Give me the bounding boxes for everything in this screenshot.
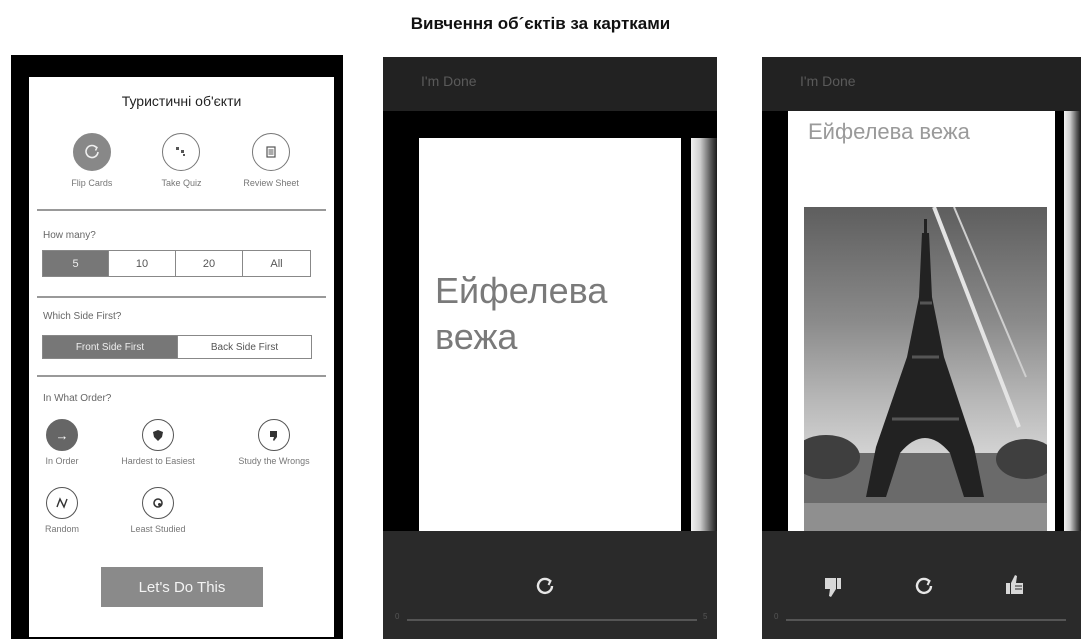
flip-icon[interactable] [534, 575, 556, 601]
arrow-right-icon: → [46, 419, 78, 451]
card-word: Ейфелева вежа [808, 119, 970, 144]
im-done-button[interactable]: I'm Done [800, 73, 856, 89]
settings-screen: Туристичні об'єкти Flip Cards Take Quiz … [29, 77, 334, 637]
top-bar: I'm Done [762, 57, 1081, 111]
divider [37, 209, 326, 211]
page-title: Вивчення об´єктів за картками [410, 14, 671, 33]
count-option-20[interactable]: 20 [176, 251, 243, 276]
progress-start: 0 [774, 612, 779, 621]
divider [37, 375, 326, 377]
order-label-text: In Order [45, 456, 79, 466]
card-word-line1: Ейфелева [435, 270, 608, 311]
order-label-text: Hardest to Easiest [121, 456, 195, 466]
count-option-5[interactable]: 5 [43, 251, 109, 276]
count-option-all[interactable]: All [243, 251, 310, 276]
mode-flip-cards[interactable]: Flip Cards [52, 133, 132, 188]
top-bar: I'm Done [383, 57, 717, 111]
mode-take-quiz[interactable]: Take Quiz [141, 133, 221, 188]
count-option-10[interactable]: 10 [109, 251, 176, 276]
order-label-text: Least Studied [130, 524, 186, 534]
order-least-studied[interactable]: Least Studied [103, 487, 213, 534]
random-icon [46, 487, 78, 519]
im-done-button[interactable]: I'm Done [421, 73, 477, 89]
mode-label: Review Sheet [243, 178, 299, 188]
bottom-bar [762, 531, 1081, 639]
card-word-line2: вежа [435, 316, 518, 357]
back-side-first-option[interactable]: Back Side First [178, 336, 311, 358]
thumbs-down-icon[interactable] [822, 575, 844, 603]
front-side-first-option[interactable]: Front Side First [43, 336, 178, 358]
which-side-label: Which Side First? [43, 311, 122, 322]
flip-icon[interactable] [913, 575, 935, 601]
progress-end: 5 [703, 612, 708, 621]
order-label-text: Study the Wrongs [238, 456, 310, 466]
card-stage: Ейфелева вежа [383, 111, 717, 531]
review-sheet-icon [252, 133, 291, 171]
mode-review-sheet[interactable]: Review Sheet [231, 133, 311, 188]
settings-phone: Туристичні об'єкти Flip Cards Take Quiz … [11, 55, 343, 639]
order-label: In What Order? [43, 393, 112, 404]
mode-label: Take Quiz [161, 178, 202, 188]
bottom-bar [383, 531, 717, 639]
next-card-edge [1064, 111, 1081, 531]
how-many-label: How many? [43, 230, 96, 241]
eiffel-tower-photo [804, 207, 1047, 531]
progress-bar [407, 619, 697, 621]
progress-start: 0 [395, 612, 400, 621]
mode-row: Flip Cards Take Quiz Review Sheet [29, 133, 334, 188]
least-studied-icon [142, 487, 174, 519]
order-study-the-wrongs[interactable]: Study the Wrongs [219, 419, 329, 466]
card-back-phone: I'm Done Ейфелева вежа 0 [762, 57, 1081, 639]
next-card-edge [691, 138, 717, 531]
how-many-selector: 5 10 20 All [42, 250, 311, 277]
card-front-phone: I'm Done Ейфелева вежа 0 5 [383, 57, 717, 639]
flip-cards-icon [72, 133, 111, 171]
which-side-selector: Front Side First Back Side First [42, 335, 312, 359]
order-hardest-to-easiest[interactable]: Hardest to Easiest [103, 419, 213, 466]
shield-icon [142, 419, 174, 451]
quiz-icon [162, 133, 201, 171]
order-random[interactable]: Random [7, 487, 117, 534]
order-in-order[interactable]: → In Order [7, 419, 117, 466]
thumbs-down-icon [258, 419, 290, 451]
order-label-text: Random [44, 524, 80, 534]
lets-do-this-button[interactable]: Let's Do This [101, 567, 263, 607]
mode-label: Flip Cards [71, 178, 113, 188]
deck-title: Туристичні об'єкти [121, 93, 242, 109]
progress-bar [786, 619, 1066, 621]
flashcard-front[interactable]: Ейфелева вежа [419, 138, 681, 531]
thumbs-up-icon[interactable] [1004, 573, 1026, 601]
divider [37, 296, 326, 298]
